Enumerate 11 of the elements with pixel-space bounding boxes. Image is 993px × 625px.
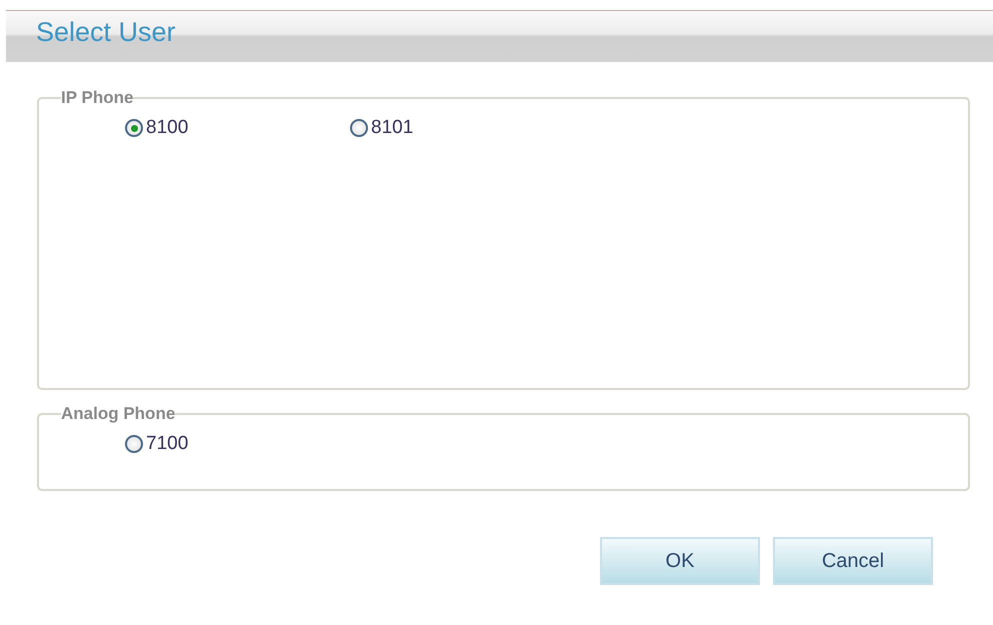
cancel-button[interactable]: Cancel — [773, 537, 933, 585]
radio-button[interactable] — [350, 119, 368, 138]
group-label: IP Phone — [61, 88, 134, 108]
radio-button[interactable] — [125, 119, 143, 138]
radio-label: 8100 — [146, 116, 188, 140]
ok-button[interactable]: OK — [600, 537, 760, 585]
radio-label: 7100 — [146, 432, 188, 456]
group-label: Analog Phone — [61, 404, 176, 424]
radio-label: 8101 — [371, 116, 414, 140]
window-title: Select User — [36, 16, 176, 49]
radio-button[interactable] — [125, 435, 143, 454]
